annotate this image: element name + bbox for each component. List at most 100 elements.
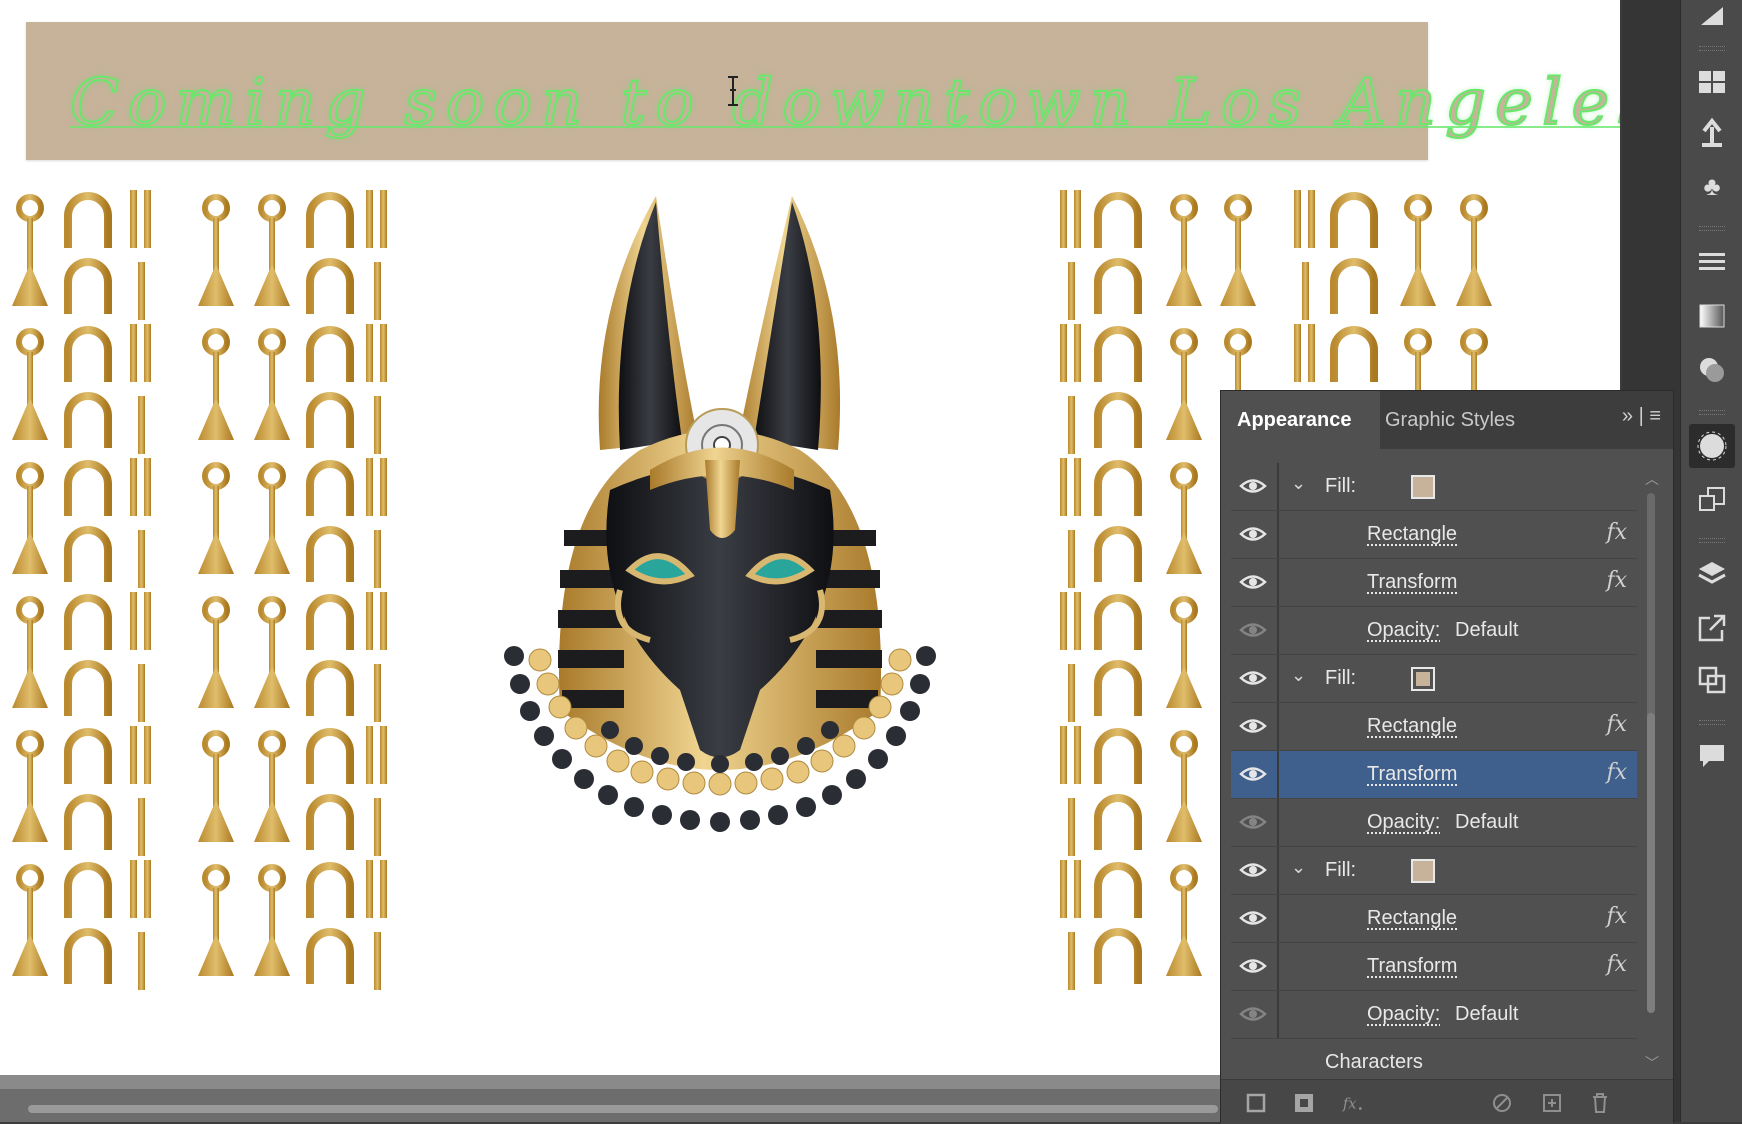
hieroglyph-pattern-left[interactable] — [0, 188, 400, 1000]
scroll-up-icon[interactable]: ︿ — [1645, 469, 1659, 489]
visibility-eye-icon[interactable] — [1239, 667, 1267, 689]
opacity-row[interactable]: Opacity: Default — [1231, 991, 1637, 1039]
anubis-illustration[interactable] — [500, 190, 950, 950]
visibility-eye-icon[interactable] — [1239, 571, 1267, 593]
visibility-eye-icon[interactable] — [1239, 907, 1267, 929]
fx-icon[interactable]: fx — [1341, 1092, 1363, 1114]
visibility-eye-icon[interactable] — [1239, 715, 1267, 737]
effect-link[interactable]: Rectangle — [1367, 715, 1457, 738]
tab-graphic-styles[interactable]: Graphic Styles — [1369, 391, 1531, 449]
visibility-eye-icon[interactable] — [1239, 475, 1267, 497]
new-fill-icon[interactable] — [1293, 1092, 1315, 1114]
visibility-eye-icon[interactable] — [1239, 1003, 1267, 1025]
row-divider — [1277, 751, 1279, 798]
effect-link[interactable]: Transform — [1367, 571, 1457, 594]
fx-icon: fx — [1606, 712, 1627, 737]
fx-icon: fx — [1606, 904, 1627, 929]
opacity-link[interactable]: Opacity: — [1367, 811, 1440, 834]
dock-grip[interactable] — [1699, 720, 1725, 725]
tab-appearance[interactable]: Appearance — [1221, 391, 1380, 449]
appearance-panel: Appearance Graphic Styles » | ≡ ⌄ Fill: … — [1220, 390, 1674, 1124]
fill-label: Fill: — [1325, 859, 1357, 881]
artboards-icon[interactable] — [1696, 664, 1728, 696]
gradient-icon[interactable] — [1696, 300, 1728, 332]
fill-label: Fill: — [1325, 475, 1357, 497]
opacity-link[interactable]: Opacity: — [1367, 1003, 1440, 1026]
dock-grip[interactable] — [1699, 226, 1725, 231]
chevron-down-icon[interactable]: ⌄ — [1291, 665, 1306, 686]
new-art-basic-icon[interactable] — [1245, 1092, 1267, 1114]
effect-row[interactable]: Transform fx — [1231, 943, 1637, 991]
effect-link[interactable]: Rectangle — [1367, 907, 1457, 930]
scroll-thumb[interactable] — [1647, 713, 1655, 1013]
fill-label: Fill: — [1325, 667, 1357, 689]
appearance-icon[interactable] — [1689, 424, 1735, 468]
visibility-eye-icon[interactable] — [1239, 523, 1267, 545]
visibility-eye-icon[interactable] — [1239, 763, 1267, 785]
comments-icon[interactable] — [1696, 740, 1728, 772]
effect-row[interactable]: Rectangle fx — [1231, 703, 1637, 751]
stroke-icon[interactable] — [1696, 246, 1728, 278]
row-divider — [1277, 511, 1279, 558]
effect-link[interactable]: Transform — [1367, 763, 1457, 786]
visibility-eye-icon[interactable] — [1239, 955, 1267, 977]
characters-label: Characters — [1325, 1051, 1423, 1073]
effect-row[interactable]: Rectangle fx — [1231, 895, 1637, 943]
row-divider — [1277, 943, 1279, 990]
swatches-icon[interactable] — [1696, 66, 1728, 98]
layers-icon[interactable] — [1696, 558, 1728, 590]
horizontal-scroll-thumb[interactable] — [28, 1105, 1218, 1113]
row-divider — [1277, 703, 1279, 750]
panel-menu-icon[interactable]: » | ≡ — [1622, 405, 1661, 428]
svg-text:fx: fx — [1342, 1096, 1357, 1113]
chevron-down-icon[interactable]: ⌄ — [1291, 857, 1306, 878]
fill-swatch[interactable] — [1411, 859, 1435, 883]
graphic-styles-icon[interactable] — [1696, 484, 1728, 516]
visibility-eye-icon[interactable] — [1239, 811, 1267, 833]
row-divider — [1277, 655, 1279, 702]
fill-row[interactable]: ⌄ Fill: — [1231, 463, 1637, 511]
visibility-eye-icon[interactable] — [1239, 619, 1267, 641]
visibility-eye-icon[interactable] — [1239, 859, 1267, 881]
brushes-icon[interactable] — [1696, 116, 1728, 148]
transparency-icon[interactable] — [1696, 354, 1728, 386]
fill-swatch[interactable] — [1411, 667, 1435, 691]
image-trace-icon[interactable] — [1696, 0, 1728, 32]
export-icon[interactable] — [1696, 612, 1728, 644]
panel-tab-bar: Appearance Graphic Styles » | ≡ — [1221, 391, 1673, 449]
clear-appearance-icon[interactable] — [1491, 1092, 1513, 1114]
opacity-row[interactable]: Opacity: Default — [1231, 607, 1637, 655]
opacity-row[interactable]: Opacity: Default — [1231, 799, 1637, 847]
dock-grip[interactable] — [1699, 410, 1725, 415]
panel-vertical-scrollbar[interactable]: ︿ ﹀ — [1637, 463, 1665, 1071]
effect-link[interactable]: Transform — [1367, 955, 1457, 978]
fx-icon: fx — [1606, 952, 1627, 977]
scroll-down-icon[interactable]: ﹀ — [1645, 1053, 1659, 1073]
row-divider — [1277, 463, 1279, 510]
effect-row[interactable]: Transform fx — [1231, 559, 1637, 607]
fill-row[interactable]: ⌄ Fill: — [1231, 847, 1637, 895]
fx-icon: fx — [1606, 760, 1627, 785]
opacity-link[interactable]: Opacity: — [1367, 619, 1440, 642]
appearance-attributes-list: ⌄ Fill: Rectangle fx Transform fx Opacit… — [1231, 463, 1637, 1086]
opacity-value: Default — [1455, 811, 1519, 833]
dock-grip[interactable] — [1699, 46, 1725, 51]
effect-link[interactable]: Rectangle — [1367, 523, 1457, 546]
row-divider — [1277, 559, 1279, 606]
effect-row[interactable]: Rectangle fx — [1231, 511, 1637, 559]
dock-grip[interactable] — [1699, 538, 1725, 543]
effect-row-selected[interactable]: Transform fx — [1231, 751, 1637, 799]
delete-item-icon[interactable] — [1589, 1092, 1611, 1114]
fill-swatch[interactable] — [1411, 475, 1435, 499]
symbols-icon[interactable]: ♣ — [1696, 170, 1728, 202]
duplicate-item-icon[interactable] — [1541, 1092, 1563, 1114]
horizontal-scrollbar[interactable] — [0, 1075, 1220, 1122]
scrollbar-edge — [0, 1075, 1220, 1089]
fill-row[interactable]: ⌄ Fill: — [1231, 655, 1637, 703]
row-divider — [1277, 607, 1279, 654]
panel-footer-toolbar: fx — [1221, 1079, 1673, 1124]
opacity-value: Default — [1455, 619, 1519, 641]
chevron-down-icon[interactable]: ⌄ — [1291, 473, 1306, 494]
banner-text[interactable]: Coming soon to downtown Los Angeles! — [69, 65, 1620, 141]
fx-icon: fx — [1606, 520, 1627, 545]
